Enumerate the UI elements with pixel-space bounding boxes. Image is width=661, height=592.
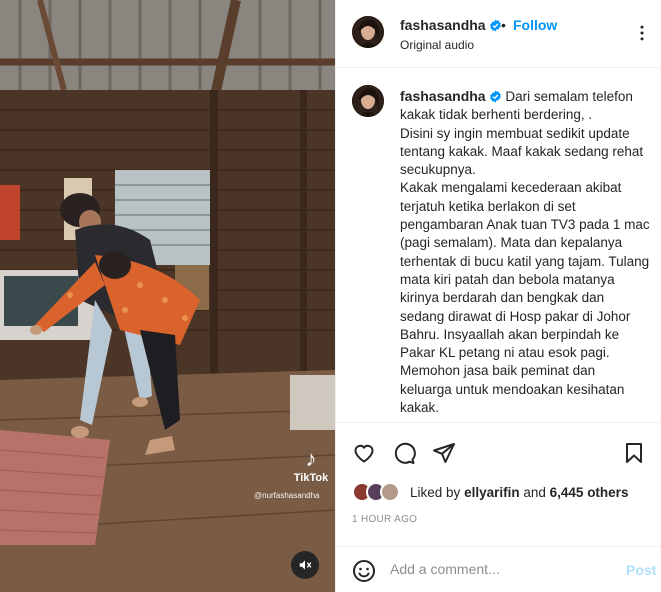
post-header: fashasandha • Follow Original audio <box>336 0 661 68</box>
likes-count[interactable]: 6,445 others <box>550 485 629 500</box>
avatar-image <box>352 16 384 48</box>
tiktok-watermark: ♪ TikTok <box>288 446 334 485</box>
share-icon[interactable] <box>432 441 456 465</box>
liker-avatar <box>380 482 400 502</box>
caption-paragraph: fashasandha Dari semalam telefon kakak t… <box>400 87 650 125</box>
heart-icon[interactable] <box>352 441 376 465</box>
verified-badge-icon <box>489 90 501 103</box>
verified-badge-icon <box>489 19 501 32</box>
video-frame <box>0 0 335 592</box>
caption-paragraph-3: Kakak mengalami kecederaan akibat terjat… <box>400 180 650 361</box>
post-details-panel: fashasandha • Follow Original audio fash… <box>335 0 661 592</box>
avatar-image <box>352 85 384 117</box>
bookmark-icon[interactable] <box>622 441 646 465</box>
likes-middle: and <box>523 485 546 500</box>
author-username[interactable]: fashasandha <box>400 17 502 33</box>
caption-section: fashasandha Dari semalam telefon kakak t… <box>336 69 661 422</box>
audio-link[interactable]: Original audio <box>400 38 474 52</box>
comment-input[interactable] <box>390 557 610 581</box>
post-timestamp[interactable]: 1 HOUR AGO <box>352 514 417 525</box>
emoji-icon[interactable] <box>352 559 376 583</box>
likes-text: Liked by ellyarifin and 6,445 others <box>410 485 628 500</box>
post-comment-button[interactable]: Post <box>626 562 656 578</box>
comment-bar: Post <box>336 546 661 592</box>
tiktok-brand: TikTok <box>293 472 329 484</box>
caption-paragraph-4: Memohon jasa baik peminat dan keluarga u… <box>400 363 625 416</box>
muted-speaker-icon <box>299 560 312 570</box>
post-media-video[interactable]: ♪ TikTok @nurfashasandha <box>0 0 335 592</box>
liker-avatars <box>352 482 404 504</box>
likes-prefix: Liked by <box>410 485 461 500</box>
caption-text: fashasandha Dari semalam telefon kakak t… <box>400 87 650 417</box>
caption-username-text: fashasandha <box>400 88 486 104</box>
author-avatar[interactable] <box>352 16 384 48</box>
follow-button[interactable]: Follow <box>513 17 557 33</box>
caption-paragraph-2: Disini sy ingin membuat sedikit update t… <box>400 125 644 178</box>
comment-icon[interactable] <box>392 441 416 465</box>
tiktok-handle: @nurfashasandha <box>254 491 320 500</box>
mute-button[interactable] <box>291 551 319 579</box>
header-separator: • <box>501 17 506 33</box>
caption-author-avatar[interactable] <box>352 85 384 117</box>
tiktok-logo-icon: ♪ <box>305 446 317 471</box>
author-username-text: fashasandha <box>400 17 486 33</box>
caption-username[interactable]: fashasandha <box>400 88 502 104</box>
more-options-icon[interactable] <box>632 23 652 43</box>
liker-username[interactable]: ellyarifin <box>464 485 520 500</box>
action-bar <box>336 422 661 482</box>
